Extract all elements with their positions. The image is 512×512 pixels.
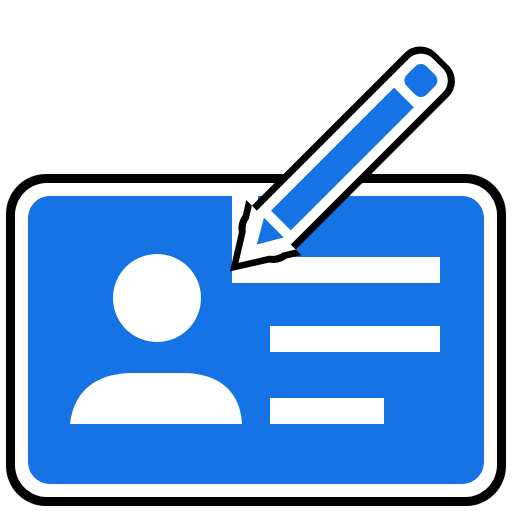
text-line-2	[270, 398, 384, 424]
text-line-1	[270, 326, 440, 352]
icon-canvas	[0, 0, 512, 512]
person-head	[113, 254, 201, 342]
edit-id-card-icon	[6, 46, 506, 506]
